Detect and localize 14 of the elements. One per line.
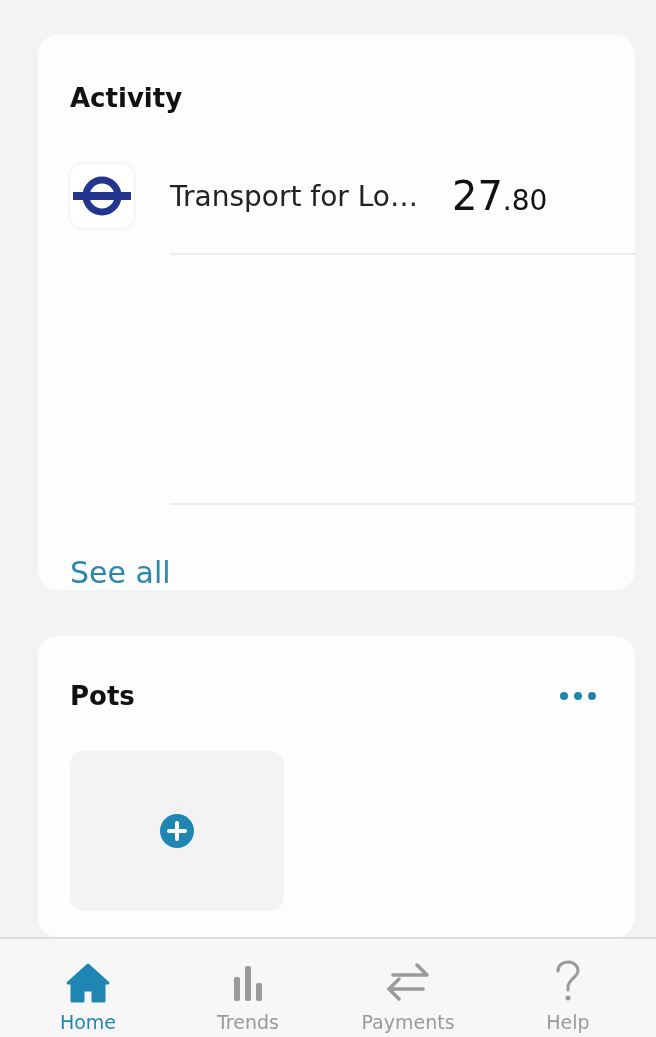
tab[interactable]: Help xyxy=(503,939,633,1037)
see-all-link[interactable]: See all xyxy=(70,555,171,590)
add-pot-tile[interactable] xyxy=(70,751,284,911)
roundel-logo-icon xyxy=(70,164,134,228)
tab[interactable]: Home xyxy=(23,939,153,1037)
merchant-name[interactable]: Transport for Lo… xyxy=(170,179,418,213)
home-icon xyxy=(66,963,110,1003)
activity-title: Activity xyxy=(70,83,184,113)
plus-circle-icon xyxy=(159,813,195,849)
tab[interactable]: Payments xyxy=(343,939,473,1037)
more-icon[interactable] xyxy=(559,691,597,701)
pots-title: Pots xyxy=(70,681,135,711)
transaction-amount: 27.80 xyxy=(451,173,548,219)
tab[interactable]: Trends xyxy=(183,939,313,1037)
